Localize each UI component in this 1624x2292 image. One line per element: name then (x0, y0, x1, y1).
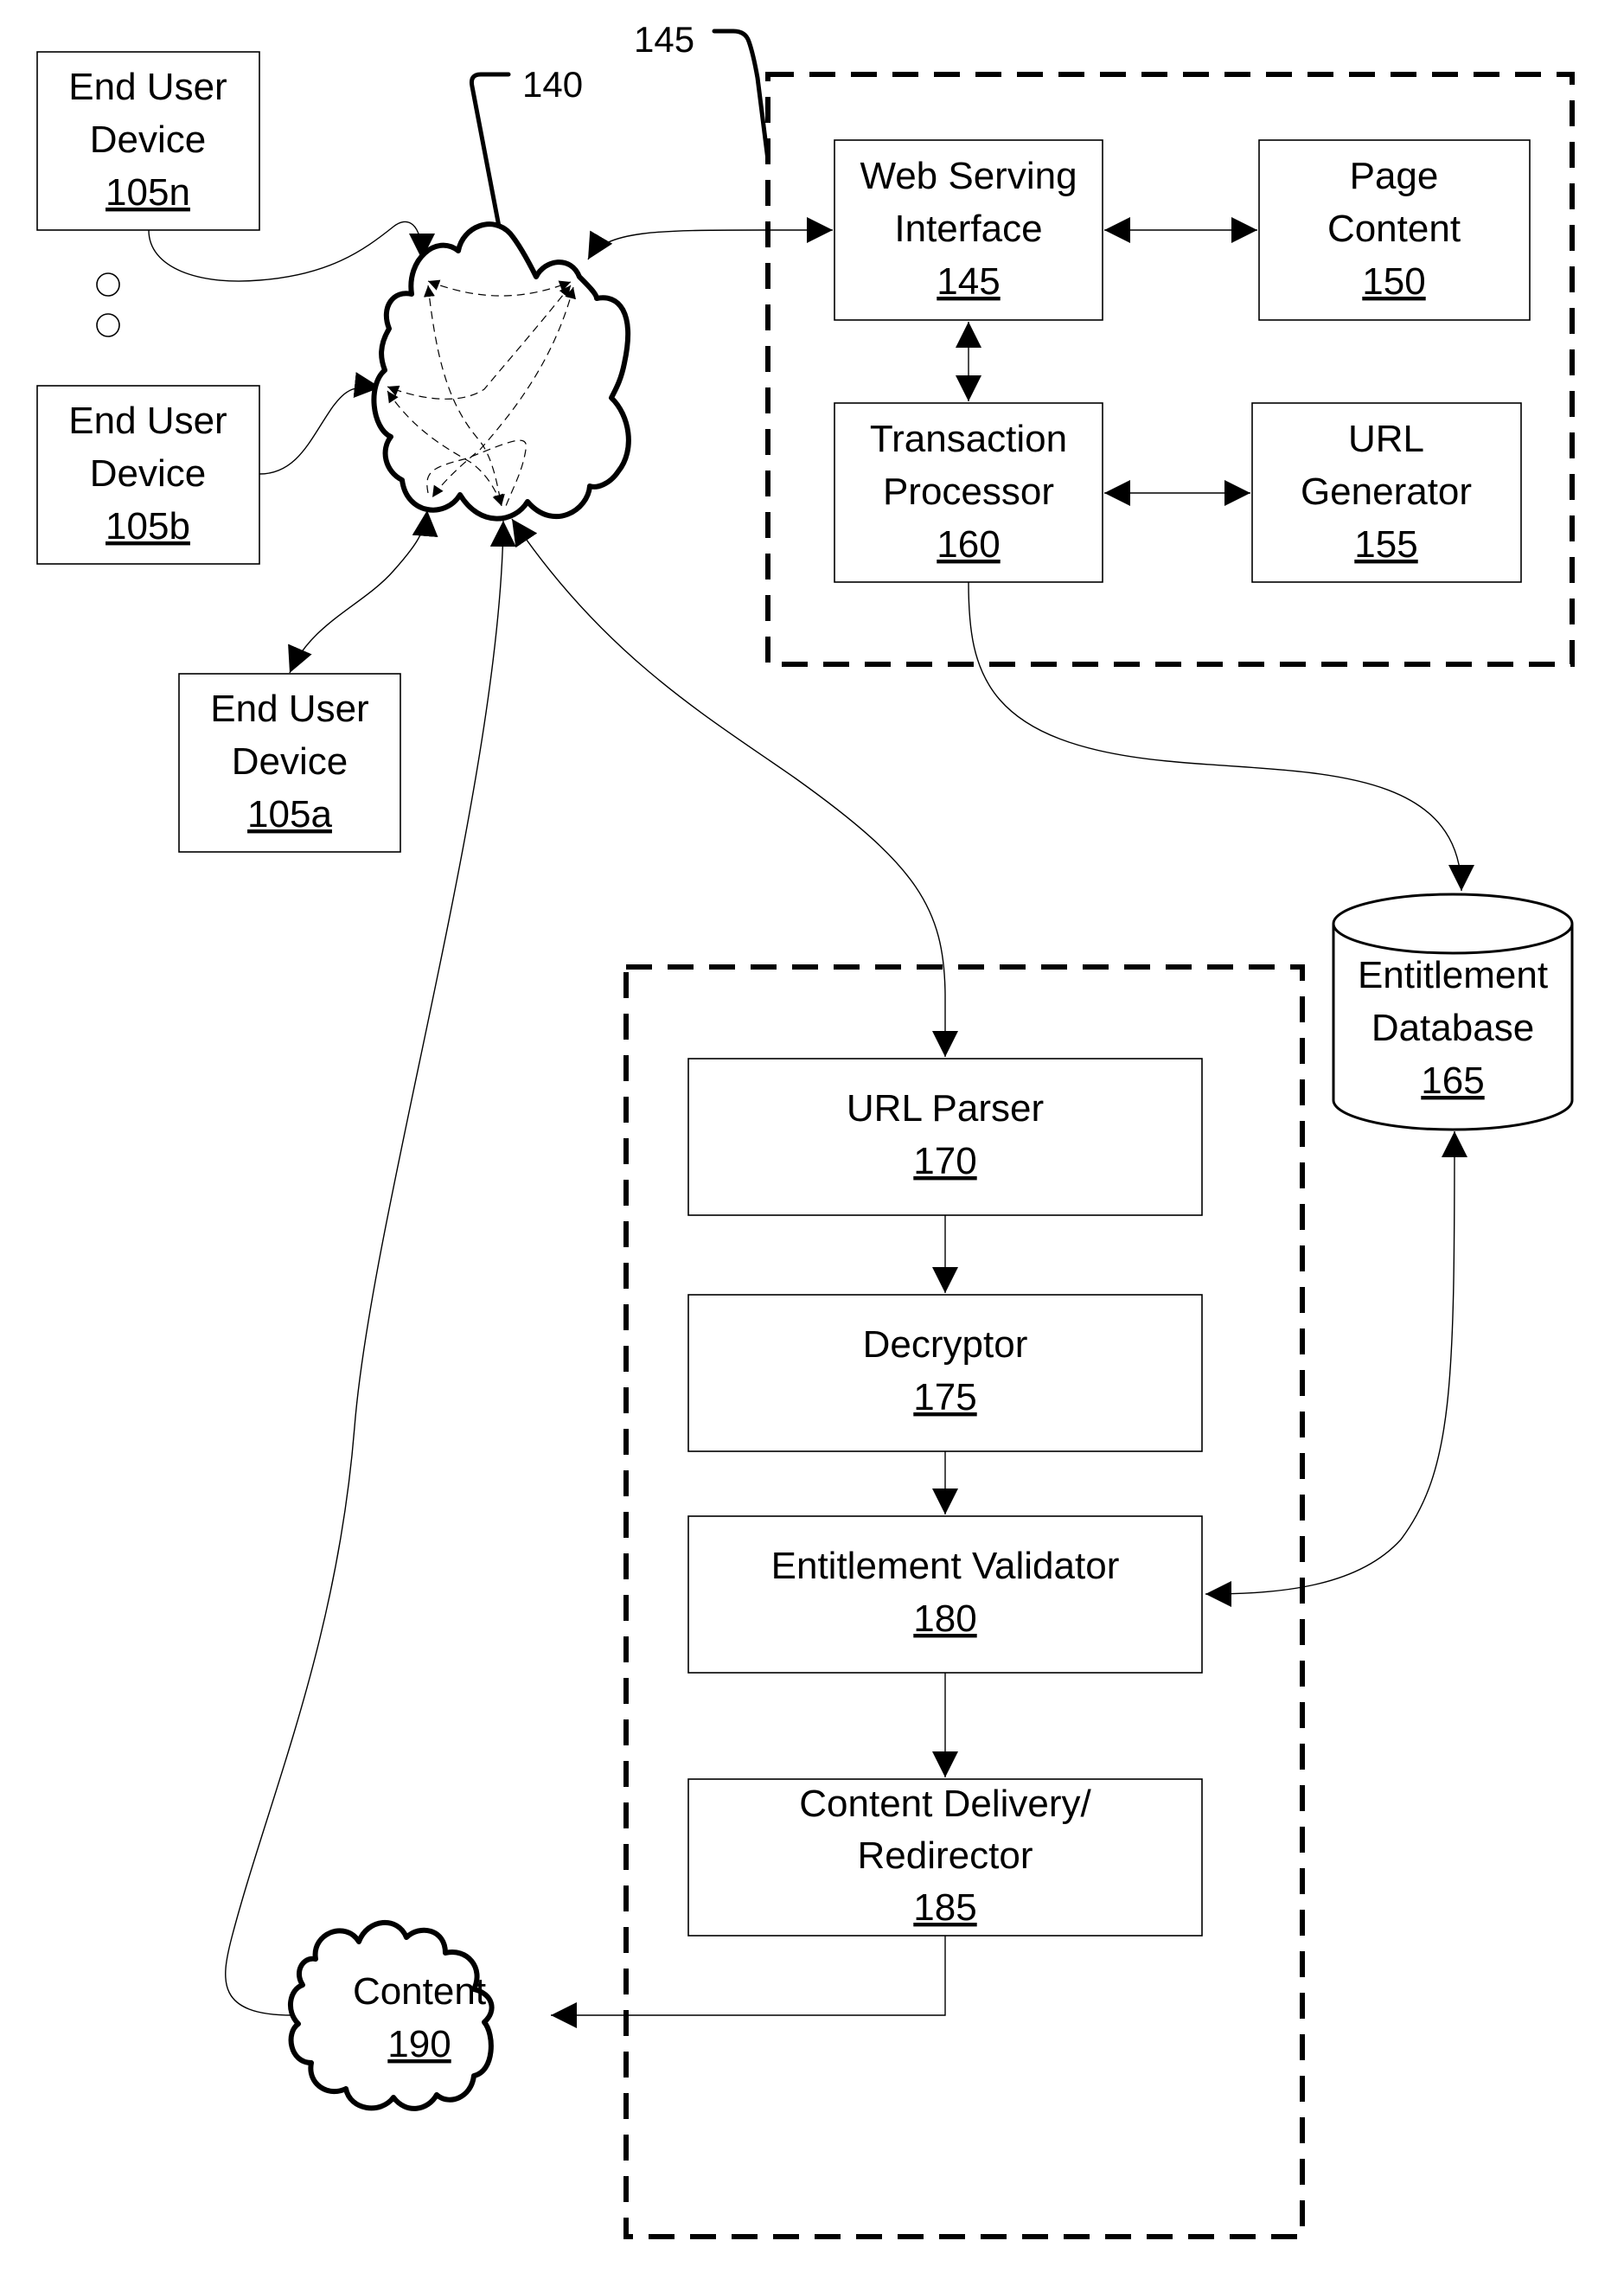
device-number: 105n (105, 171, 190, 214)
device-label: Device (90, 118, 207, 161)
device-label: Device (90, 452, 207, 495)
connector-database-validator (1205, 1130, 1467, 1607)
device-label: End User (68, 400, 227, 442)
component-label: Page (1350, 155, 1439, 197)
component-number: 150 (1362, 260, 1425, 303)
url-generator[interactable]: URL Generator 155 (1251, 402, 1522, 583)
content-cloud-shape[interactable] (288, 1920, 495, 2111)
network-reference: 140 (470, 64, 583, 252)
network-cloud-shape (371, 221, 631, 522)
component-label: Processor (883, 471, 1054, 513)
component-label: URL (1348, 418, 1424, 460)
component-label: URL Parser (847, 1087, 1044, 1130)
component-number: 145 (937, 260, 1000, 303)
entitlement-validator-box[interactable] (687, 1515, 1203, 1674)
component-label: Web Serving (860, 155, 1077, 197)
device-number: 105b (105, 505, 190, 547)
end-user-device-105n[interactable]: End User Device 105n (36, 51, 260, 231)
device-label: End User (68, 66, 227, 108)
connector-network-url-parser (511, 518, 958, 1057)
content-number: 190 (387, 2023, 451, 2065)
decryptor-box[interactable] (687, 1294, 1203, 1452)
component-number: 175 (913, 1376, 976, 1418)
component-label: Generator (1301, 471, 1472, 513)
ellipsis-dot (96, 272, 120, 297)
content-label: Content (353, 1970, 486, 2013)
server-group-reference-number: 145 (634, 19, 694, 60)
decryptor[interactable]: Decryptor 175 (687, 1294, 1203, 1452)
component-label: Decryptor (863, 1323, 1028, 1366)
connector-105a-network (288, 509, 438, 674)
component-number: 160 (937, 523, 1000, 566)
component-number: 155 (1354, 523, 1417, 566)
component-number: 185 (913, 1886, 976, 1929)
component-label: Transaction (870, 418, 1067, 460)
connector-transaction-database (968, 581, 1474, 892)
server-group-reference: 145 (634, 19, 770, 163)
ellipsis-dot (96, 313, 120, 337)
page-content[interactable]: Page Content 150 (1258, 139, 1531, 321)
system-diagram: 140 145 End User Device 105n End User De… (36, 19, 1575, 2239)
transaction-processor[interactable]: Transaction Processor 160 (834, 402, 1103, 583)
device-label: End User (210, 688, 368, 730)
database-number: 165 (1421, 1060, 1484, 1102)
server-group-leader-line (712, 29, 770, 163)
component-label: Content Delivery/ (799, 1783, 1091, 1825)
url-parser[interactable]: URL Parser 170 (687, 1058, 1203, 1216)
web-serving-interface[interactable]: Web Serving Interface 145 (834, 139, 1103, 321)
entitlement-database[interactable]: Entitlement Database 165 (1332, 893, 1574, 1131)
content-cloud[interactable]: Content 190 (288, 1920, 495, 2111)
component-label: Interface (894, 208, 1042, 250)
database-label: Entitlement (1358, 954, 1548, 996)
network-cloud (371, 221, 631, 522)
entitlement-validator[interactable]: Entitlement Validator 180 (687, 1515, 1203, 1674)
device-number: 105a (247, 793, 332, 835)
database-top[interactable] (1332, 893, 1574, 955)
component-label: Redirector (858, 1834, 1033, 1877)
database-label: Database (1371, 1007, 1534, 1049)
component-label: Entitlement Validator (771, 1545, 1120, 1587)
content-delivery-redirector[interactable]: Content Delivery/ Redirector 185 (687, 1778, 1203, 1937)
component-number: 170 (913, 1140, 976, 1182)
component-label: Content (1327, 208, 1461, 250)
connector-network-web-serving (587, 217, 833, 260)
connector-105b-network (259, 372, 381, 475)
connector-content-delivery-content (551, 1936, 946, 2028)
end-user-device-105a[interactable]: End User Device 105a (178, 673, 401, 853)
component-number: 180 (913, 1597, 976, 1640)
network-reference-number: 140 (522, 64, 583, 105)
end-user-device-105b[interactable]: End User Device 105b (36, 385, 260, 565)
url-parser-box[interactable] (687, 1058, 1203, 1216)
device-label: Device (232, 740, 348, 783)
